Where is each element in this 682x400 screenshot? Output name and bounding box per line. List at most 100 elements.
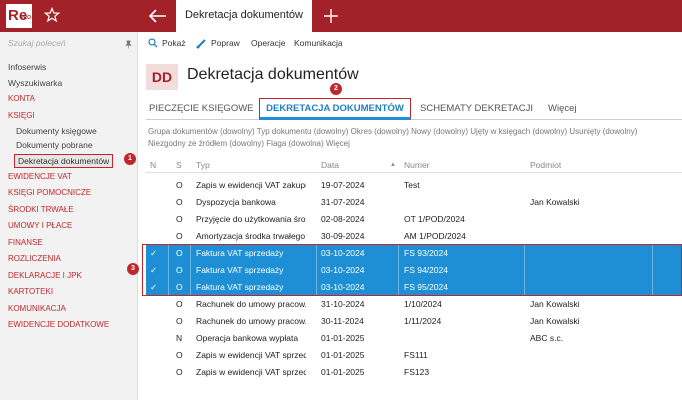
date-cell: 01-01-2025 (321, 350, 365, 360)
filters: Grupa dokumentów (dowolny) Typ dokumentu… (148, 126, 682, 150)
date-cell: 19-07-2024 (321, 180, 365, 190)
status-cell: O (176, 367, 183, 377)
table-row[interactable]: O Zapis w ewidencji VAT sprzed... 01-01-20… (146, 364, 682, 381)
entity-cell: Jan Kowalski (530, 197, 580, 207)
sidebar-item[interactable]: Wyszukiwarka (8, 78, 62, 88)
sidebar-item[interactable]: Dekretacja dokumentów (14, 154, 114, 168)
col-numer[interactable]: Numer (404, 160, 430, 170)
type-cell: Przyjęcie do użytkowania śro... (196, 214, 306, 224)
type-cell: Rachunek do umowy pracow... (196, 299, 306, 309)
tab-schemes[interactable]: SCHEMATY DEKRETACJI (420, 103, 533, 114)
number-cell: FS111 (404, 350, 428, 360)
tab-dekretacja[interactable]: Dekretacja dokumentów (176, 0, 312, 32)
communication-button[interactable]: Komunikacja (294, 36, 343, 50)
sidebar-item[interactable]: ROZLICZENIA (8, 254, 61, 263)
table-row[interactable]: O Rachunek do umowy pracow... 30-11-2024 1/… (146, 313, 682, 330)
callout-2: 2 (330, 83, 342, 95)
back-arrow-icon[interactable] (148, 7, 168, 25)
status-cell: O (176, 180, 183, 190)
status-cell: O (176, 197, 183, 207)
tab-decree[interactable]: DEKRETACJA DOKUMENTÓW (259, 98, 411, 120)
sidebar-item[interactable]: KOMUNIKACJA (8, 304, 66, 313)
sidebar-item[interactable]: ŚRODKI TRWAŁE (8, 205, 74, 214)
top-bar: Re PRO Dekretacja dokumentów (0, 0, 682, 32)
star-icon[interactable] (44, 7, 60, 23)
entity-cell: Jan Kowalski (530, 299, 580, 309)
status-cell: N (176, 333, 183, 343)
type-cell: Zapis w ewidencji VAT zakupu (196, 180, 306, 190)
tab-bar: PIECZĘCIE KSIĘGOWE DEKRETACJA DOKUMENTÓW… (146, 98, 682, 120)
type-cell: Operacja bankowa wypłata (196, 333, 299, 343)
status-cell: O (176, 214, 183, 224)
date-cell: 30-11-2024 (321, 316, 364, 326)
table-row[interactable]: N Operacja bankowa wypłata 01-01-2025 ABC s… (146, 330, 682, 347)
date-cell: 30-09-2024 (321, 231, 365, 241)
number-cell: AM 1/POD/2024 (404, 231, 466, 241)
col-typ[interactable]: Typ (196, 160, 210, 170)
type-cell: Zapis w ewidencji VAT sprzed... (196, 350, 306, 360)
sidebar-item[interactable]: DEKLARACJE I JPK (8, 271, 82, 280)
callout-1: 1 (124, 153, 136, 165)
table-row[interactable]: O Zapis w ewidencji VAT sprzed... 01-01-20… (146, 347, 682, 364)
page-title: Dekretacja dokumentów (187, 66, 359, 83)
pin-icon[interactable] (124, 40, 133, 49)
fix-button[interactable]: Popraw (211, 36, 240, 50)
status-cell: O (176, 316, 183, 326)
table-row[interactable]: O Amortyzacja środka trwałego 30-09-2024 AM… (146, 228, 682, 245)
document-type-icon: DD (146, 64, 178, 90)
entity-cell: ABC s.c. (530, 333, 564, 343)
sidebar-item[interactable]: KSIĘGI POMOCNICZE (8, 188, 91, 197)
col-data[interactable]: Data (321, 160, 339, 170)
search-icon (148, 38, 158, 48)
table-row[interactable]: O Dyspozycja bankowa 31-07-2024 Jan Kowalsk… (146, 194, 682, 211)
status-cell: O (176, 231, 183, 241)
date-cell: 01-01-2025 (321, 367, 365, 377)
sidebar-item[interactable]: KARTOTEKI (8, 287, 53, 296)
sidebar-item[interactable]: Dokumenty pobrane (16, 140, 93, 150)
col-podmiot[interactable]: Podmiot (530, 160, 561, 170)
date-cell: 31-10-2024 (321, 299, 365, 309)
type-cell: Amortyzacja środka trwałego (196, 231, 306, 241)
status-cell: O (176, 350, 183, 360)
sidebar-item[interactable]: EWIDENCJE VAT (8, 172, 72, 181)
number-cell: FS123 (404, 367, 430, 377)
sidebar-item[interactable]: FINANSE (8, 238, 43, 247)
sidebar-item[interactable]: KSIĘGI (8, 111, 35, 120)
callout-3: 3 (127, 263, 139, 275)
table-row[interactable]: O Przyjęcie do użytkowania śro... 02-08-20… (146, 211, 682, 228)
filter-line-2[interactable]: Niezgodny ze źródłem (dowolny) Flaga (do… (148, 138, 682, 150)
sidebar-item[interactable]: EWIDENCJE DODATKOWE (8, 320, 109, 329)
sidebar-item[interactable]: Infoserwis (8, 62, 46, 72)
operations-button[interactable]: Operacje (251, 36, 286, 50)
search-input[interactable]: Szukaj poleceń (8, 38, 133, 52)
sidebar-item[interactable]: UMOWY I PŁACE (8, 221, 72, 230)
app-logo[interactable]: Re PRO (6, 4, 32, 28)
add-tab-icon[interactable] (322, 7, 340, 25)
date-cell: 01-01-2025 (321, 333, 365, 343)
date-cell: 02-08-2024 (321, 214, 365, 224)
table-header: N S Typ Data ▲ Numer Podmiot (146, 157, 682, 173)
type-cell: Zapis w ewidencji VAT sprzed... (196, 367, 306, 377)
selection-highlight-frame (142, 244, 682, 296)
tab-stamps[interactable]: PIECZĘCIE KSIĘGOWE (149, 103, 254, 114)
number-cell: Test (404, 180, 420, 190)
table-row[interactable]: O Zapis w ewidencji VAT zakupu 19-07-2024 T… (146, 177, 682, 194)
show-button[interactable]: Pokaż (162, 36, 186, 50)
type-cell: Dyspozycja bankowa (196, 197, 276, 207)
number-cell: OT 1/POD/2024 (404, 214, 465, 224)
sidebar-item[interactable]: KONTA (8, 94, 35, 103)
sort-asc-icon: ▲ (390, 162, 396, 168)
status-cell: O (176, 299, 183, 309)
entity-cell: Jan Kowalski (530, 316, 580, 326)
date-cell: 31-07-2024 (321, 197, 365, 207)
col-n[interactable]: N (150, 160, 156, 170)
table-row[interactable]: O Rachunek do umowy pracow... 31-10-2024 1/… (146, 296, 682, 313)
sidebar-item[interactable]: Dokumenty księgowe (16, 126, 97, 136)
number-cell: 1/10/2024 (404, 299, 442, 309)
filter-line-1[interactable]: Grupa dokumentów (dowolny) Typ dokumentu… (148, 126, 682, 138)
col-s[interactable]: S (176, 160, 182, 170)
type-cell: Rachunek do umowy pracow... (196, 316, 306, 326)
brush-icon (196, 39, 206, 49)
number-cell: 1/11/2024 (404, 316, 442, 326)
tab-more[interactable]: Więcej (548, 103, 577, 114)
